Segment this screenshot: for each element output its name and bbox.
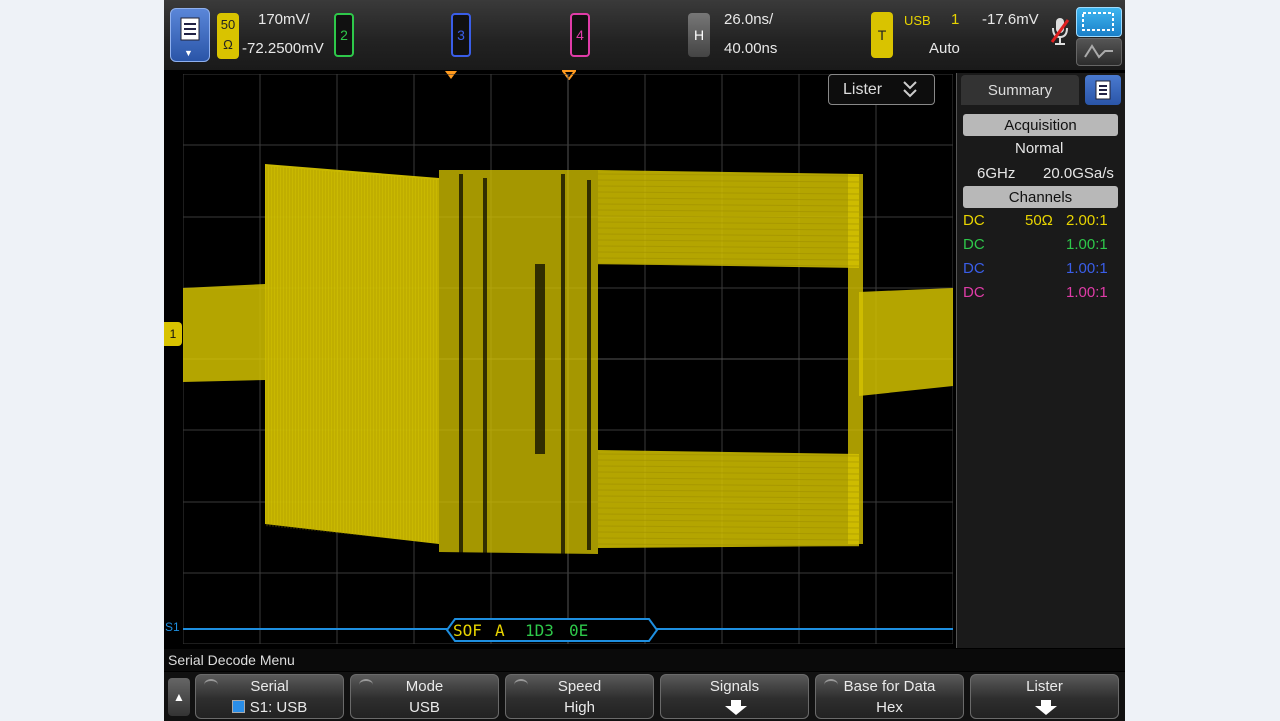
ch1-waveform xyxy=(183,164,953,558)
ch1-indicator[interactable]: 50 Ω xyxy=(217,13,239,59)
trigger-level[interactable]: -17.6mV xyxy=(982,11,1039,28)
softkey-speed[interactable]: Speed High xyxy=(505,674,654,719)
oscilloscope-screen: ▼ 50 Ω 170mV/ -72.2500mV 2 3 4 H 26.0ns/… xyxy=(164,0,1125,721)
lister-toggle-label: Lister xyxy=(843,81,883,98)
bandwidth: 6GHz xyxy=(977,165,1016,182)
summary-panel: Summary Acquisition Normal 6GHz 20.0GSa/… xyxy=(956,73,1125,648)
softkey-base-for-data[interactable]: Base for Data Hex xyxy=(815,674,964,719)
channel-coupling: DC xyxy=(963,260,985,277)
softkey-label: Mode xyxy=(405,678,444,695)
channel-row: DC 1.00:1 xyxy=(963,236,1118,258)
softkey-lister[interactable]: Lister xyxy=(970,674,1119,719)
arrow-up-icon: ▲ xyxy=(173,690,185,704)
softkey-serial[interactable]: Serial S1: USB xyxy=(195,674,344,719)
capture-button[interactable] xyxy=(1076,7,1122,37)
trigger-type[interactable]: USB xyxy=(904,13,931,28)
softkey-bar: ▲ Serial S1: USB Mode USB Speed High Sig… xyxy=(164,672,1125,721)
channel-probe: 1.00:1 xyxy=(1066,284,1108,301)
decode-address: 1D3 xyxy=(525,621,554,640)
decode-crc: 0E xyxy=(569,621,589,640)
sample-rate: 20.0GSa/s xyxy=(1043,165,1114,182)
decode-sof: SOF xyxy=(453,621,482,640)
softkey-label: Speed xyxy=(557,678,602,695)
time-scale[interactable]: 26.0ns/ xyxy=(724,11,773,28)
back-button[interactable]: ▲ xyxy=(168,678,190,716)
softkey-label: Signals xyxy=(709,678,760,695)
ch1-ground-marker[interactable]: 1 xyxy=(164,322,182,346)
arrow-down-icon xyxy=(1035,700,1057,715)
acquisition-header: Acquisition xyxy=(963,114,1118,136)
decode-a: A xyxy=(495,621,505,640)
horizontal-indicator[interactable]: H xyxy=(688,13,710,57)
channel-coupling: DC xyxy=(963,212,985,229)
channels-header: Channels xyxy=(963,186,1118,208)
ch1-marker-label: 1 xyxy=(169,327,177,341)
channel-probe: 1.00:1 xyxy=(1066,236,1108,253)
channel-probe: 2.00:1 xyxy=(1066,212,1108,229)
ch2-indicator[interactable]: 2 xyxy=(334,13,354,57)
channel-coupling: DC xyxy=(963,284,985,301)
ch1-impedance-unit: Ω xyxy=(223,37,233,52)
microphone-icon[interactable] xyxy=(1050,16,1070,48)
chevron-down-icon xyxy=(901,78,919,105)
chevron-down-icon: ▼ xyxy=(184,48,193,58)
acquisition-mode: Normal xyxy=(1015,140,1064,157)
menu-icon xyxy=(180,17,200,41)
tab-summary[interactable]: Summary xyxy=(961,75,1079,105)
softkey-label: Lister xyxy=(1026,678,1063,695)
channel-coupling: DC xyxy=(963,236,985,253)
softkey-value: High xyxy=(564,699,595,716)
time-delay[interactable]: 40.00ns xyxy=(724,40,777,57)
serial-color-icon xyxy=(231,700,245,713)
capture-icon xyxy=(1082,12,1114,31)
softkey-signals[interactable]: Signals xyxy=(660,674,809,719)
ch1-offset[interactable]: -72.2500mV xyxy=(242,40,324,57)
channel-row: DC 50Ω 2.00:1 xyxy=(963,212,1118,234)
channel-probe: 1.00:1 xyxy=(1066,260,1108,277)
softkey-value: USB xyxy=(409,699,440,716)
top-status-bar: ▼ 50 Ω 170mV/ -72.2500mV 2 3 4 H 26.0ns/… xyxy=(164,0,1125,70)
ch4-indicator[interactable]: 4 xyxy=(570,13,590,57)
softkey-value: S1: USB xyxy=(249,699,308,716)
trigger-indicator[interactable]: T xyxy=(871,12,893,58)
ch3-indicator[interactable]: 3 xyxy=(451,13,471,57)
softkey-menu-title: Serial Decode Menu xyxy=(164,649,1125,671)
menu-icon xyxy=(1095,80,1111,100)
main-menu-button[interactable]: ▼ xyxy=(170,8,210,62)
ch1-scale[interactable]: 170mV/ xyxy=(258,11,310,28)
serial-bus-marker: S1 xyxy=(165,620,180,634)
lister-toggle-button[interactable]: Lister xyxy=(828,74,935,105)
channel-row: DC 1.00:1 xyxy=(963,260,1118,282)
arrow-down-icon xyxy=(725,700,747,715)
waveform-icon xyxy=(1084,44,1113,59)
trigger-mode[interactable]: Auto xyxy=(929,40,960,57)
softkey-label: Base for Data xyxy=(843,678,936,695)
channel-row: DC 1.00:1 xyxy=(963,284,1118,306)
menu-title-text: Serial Decode Menu xyxy=(168,652,295,668)
softkey-mode[interactable]: Mode USB xyxy=(350,674,499,719)
ch1-impedance: 50 xyxy=(220,17,236,32)
channel-impedance: 50Ω xyxy=(1025,212,1053,229)
softkey-label: Serial xyxy=(250,678,289,695)
waveform-button[interactable] xyxy=(1076,38,1122,66)
trigger-source[interactable]: 1 xyxy=(951,11,959,28)
softkey-value-wrap: S1: USB xyxy=(196,699,343,716)
panel-menu-button[interactable] xyxy=(1085,75,1121,105)
waveform-graticule[interactable]: SOF A 1D3 0E xyxy=(183,74,953,644)
softkey-value: Hex xyxy=(876,699,903,716)
